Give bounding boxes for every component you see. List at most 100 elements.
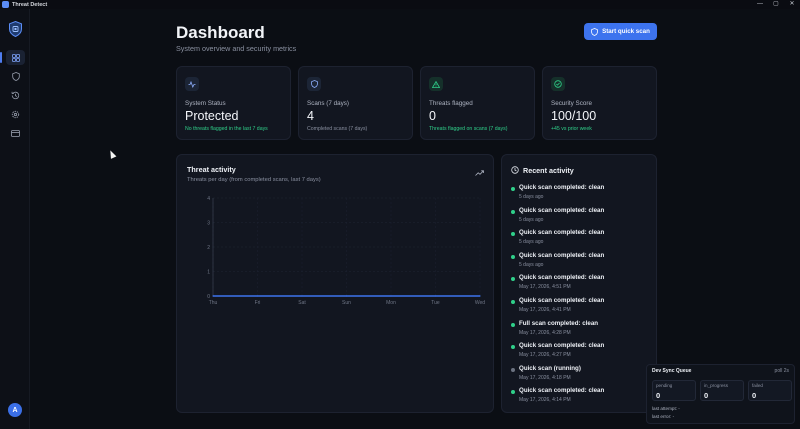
- stat-card-security-score: Security Score 100/100 +45 vs prior week: [542, 66, 657, 140]
- queue-poll: poll 2s: [774, 368, 789, 374]
- stat-subtext: Threats flagged on scans (7 days): [429, 126, 508, 132]
- threat-activity-title: Threat activity: [187, 165, 236, 174]
- minimize-button[interactable]: —: [752, 0, 768, 9]
- sidebar-item-billing[interactable]: [6, 126, 25, 141]
- queue-pending-value: 0: [656, 391, 661, 400]
- activity-title: Quick scan completed: clean: [519, 206, 605, 214]
- sidebar-item-history[interactable]: [6, 88, 25, 103]
- activity-title: Quick scan completed: clean: [519, 251, 605, 259]
- x-tick-label: Wed: [475, 300, 485, 306]
- grid-icon: [11, 53, 20, 62]
- activity-title: Quick scan completed: clean: [519, 387, 605, 395]
- stat-value: Protected: [185, 109, 239, 123]
- activity-date: 5 days ago: [519, 194, 544, 200]
- stat-card-system-status: System Status Protected No threats flagg…: [176, 66, 291, 140]
- start-quick-scan-label: Start quick scan: [602, 28, 650, 35]
- close-button[interactable]: ✕: [784, 0, 800, 9]
- data-point: [256, 295, 259, 297]
- queue-pending-label: pending: [656, 383, 673, 388]
- y-tick-label: 2: [207, 245, 210, 251]
- shield-logo-icon[interactable]: [9, 21, 22, 37]
- activity-title: Quick scan (running): [519, 364, 581, 372]
- recent-activity-title: Recent activity: [523, 166, 574, 175]
- sidebar-item-settings[interactable]: [6, 107, 25, 122]
- activity-date: May 17, 2026, 4:27 PM: [519, 352, 571, 359]
- queue-title: Dev Sync Queue: [652, 368, 692, 374]
- status-dot: [511, 322, 515, 327]
- data-point: [390, 295, 392, 297]
- status-dot: [511, 367, 515, 372]
- activity-date: 5 days ago: [519, 239, 544, 246]
- data-point: [301, 295, 303, 297]
- y-tick-label: 4: [207, 196, 210, 202]
- stat-value: 100/100: [551, 109, 597, 123]
- data-point: [479, 295, 481, 297]
- stat-value: 4: [307, 109, 314, 123]
- status-dot: [511, 254, 515, 259]
- activity-date: May 17, 2026, 4:14 PM: [519, 397, 571, 404]
- x-tick-label: Mon: [386, 300, 396, 306]
- history-icon: [11, 91, 20, 100]
- threat-chart: 01234Thu Fri Sat Sun Mon Tue Wed: [207, 196, 485, 306]
- avatar[interactable]: A: [8, 403, 22, 417]
- window-controls: — ▢ ✕: [752, 0, 800, 9]
- stat-label: Threats flagged: [429, 100, 473, 107]
- status-dot: [511, 209, 515, 214]
- check-circle-icon: [551, 77, 565, 91]
- sidebar-item-dashboard[interactable]: [0, 50, 25, 65]
- data-point: [345, 295, 348, 297]
- status-dot: [511, 300, 515, 304]
- activity-date: May 17, 2026, 4:41 PM: [519, 307, 571, 313]
- x-tick-label: Fri: [255, 300, 261, 306]
- activity-date: 5 days ago: [519, 216, 544, 223]
- sidebar-item-protection[interactable]: [6, 69, 25, 84]
- queue-in-progress-label: in_progress: [704, 383, 729, 388]
- activity-title: Full scan completed: clean: [519, 319, 599, 327]
- card-icon: [11, 130, 20, 137]
- queue-in-progress-box: in_progress 0: [700, 380, 744, 401]
- queue-last-error: last error: -: [652, 414, 675, 419]
- stat-card-scans: Scans (7 days) 4 Completed scans (7 days…: [298, 66, 413, 140]
- queue-failed-value: 0: [752, 391, 757, 400]
- trending-up-icon[interactable]: [475, 170, 484, 176]
- clock-icon: [511, 166, 519, 174]
- dev-sync-queue: Dev Sync Queue poll 2s pending 0 in_prog…: [646, 364, 795, 424]
- sidebar: A: [0, 9, 30, 429]
- activity-date: May 17, 2026, 4:51 PM: [519, 284, 571, 291]
- stat-value: 0: [429, 109, 436, 123]
- activity-date: May 17, 2026, 4:28 PM: [519, 329, 571, 336]
- activity-title: Quick scan completed: clean: [519, 297, 605, 304]
- app-logo-icon: [2, 1, 9, 8]
- page-title: Dashboard: [176, 23, 265, 42]
- x-tick-label: Thu: [209, 300, 218, 306]
- window-title: Threat Detect: [12, 1, 48, 8]
- stat-card-threats: Threats flagged 0 Threats flagged on sca…: [420, 66, 535, 140]
- shield-icon: [11, 72, 20, 81]
- mouse-cursor: [107, 149, 117, 159]
- activity-title: Quick scan completed: clean: [519, 342, 605, 350]
- shield-icon: [307, 77, 321, 91]
- threat-activity-subtitle: Threats per day (from completed scans, l…: [187, 177, 321, 183]
- y-tick-label: 1: [207, 270, 210, 276]
- activity-title: Quick scan completed: clean: [519, 274, 605, 282]
- data-point: [212, 295, 214, 297]
- data-point: [434, 295, 437, 297]
- y-tick-label: 3: [207, 221, 210, 227]
- activity-title: Quick scan completed: clean: [519, 184, 605, 191]
- x-tick-label: Sun: [342, 300, 351, 306]
- warning-icon: [429, 77, 443, 91]
- start-quick-scan-button[interactable]: Start quick scan: [584, 23, 657, 40]
- queue-failed-label: failed: [752, 383, 763, 388]
- stat-label: System Status: [185, 100, 226, 107]
- x-tick-label: Tue: [431, 300, 440, 306]
- maximize-button[interactable]: ▢: [768, 0, 784, 9]
- gear-icon: [11, 110, 20, 119]
- stat-subtext: +45 vs prior week: [551, 126, 592, 132]
- activity-date: 5 days ago: [519, 261, 544, 268]
- stat-label: Security Score: [551, 100, 592, 107]
- activity-date: May 17, 2026, 4:18 PM: [519, 374, 571, 381]
- stat-subtext: No threats flagged in the last 7 days: [185, 126, 268, 132]
- page-subtitle: System overview and security metrics: [176, 44, 297, 53]
- queue-failed-box: failed 0: [748, 380, 792, 401]
- queue-in-progress-value: 0: [704, 391, 709, 400]
